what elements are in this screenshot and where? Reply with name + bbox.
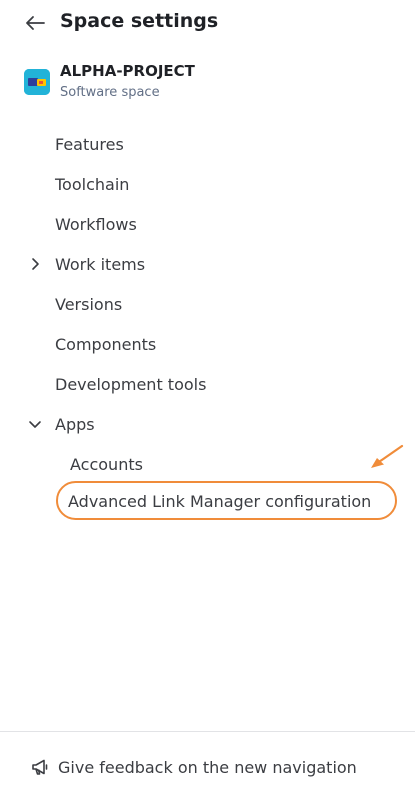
chevron-down-icon	[29, 421, 41, 428]
project-switcher[interactable]: ALPHA-PROJECT Software space	[24, 60, 394, 106]
nav-item-development-tools[interactable]: Development tools	[55, 369, 206, 399]
nav-item-workflows[interactable]: Workflows	[55, 209, 137, 239]
project-avatar-icon	[24, 69, 50, 95]
nav-item-components[interactable]: Components	[55, 329, 156, 359]
give-feedback-label: Give feedback on the new navigation	[58, 757, 357, 777]
nav-item-features[interactable]: Features	[55, 129, 124, 159]
project-avatar	[24, 69, 50, 95]
apps-collapse-toggle[interactable]	[26, 415, 44, 433]
project-name: ALPHA-PROJECT	[60, 62, 195, 80]
annotation-arrow-icon	[371, 444, 404, 468]
megaphone-icon	[30, 757, 50, 777]
page-title: Space settings	[60, 10, 219, 32]
project-type: Software space	[60, 85, 160, 100]
nav-item-toolchain[interactable]: Toolchain	[55, 169, 129, 199]
nav-item-work-items[interactable]: Work items	[55, 249, 145, 279]
nav-item-accounts[interactable]: Accounts	[70, 449, 143, 479]
work-items-expand-toggle[interactable]	[26, 255, 44, 273]
arrow-left-icon	[26, 16, 45, 30]
nav-item-apps[interactable]: Apps	[55, 409, 95, 439]
chevron-right-icon	[32, 258, 39, 270]
footer-divider	[0, 731, 415, 732]
nav-item-versions[interactable]: Versions	[55, 289, 122, 319]
sidebar-header: Space settings	[0, 0, 415, 46]
back-button[interactable]	[22, 10, 48, 36]
give-feedback-button[interactable]: Give feedback on the new navigation	[30, 752, 357, 782]
annotation-highlight-circle	[56, 481, 397, 520]
